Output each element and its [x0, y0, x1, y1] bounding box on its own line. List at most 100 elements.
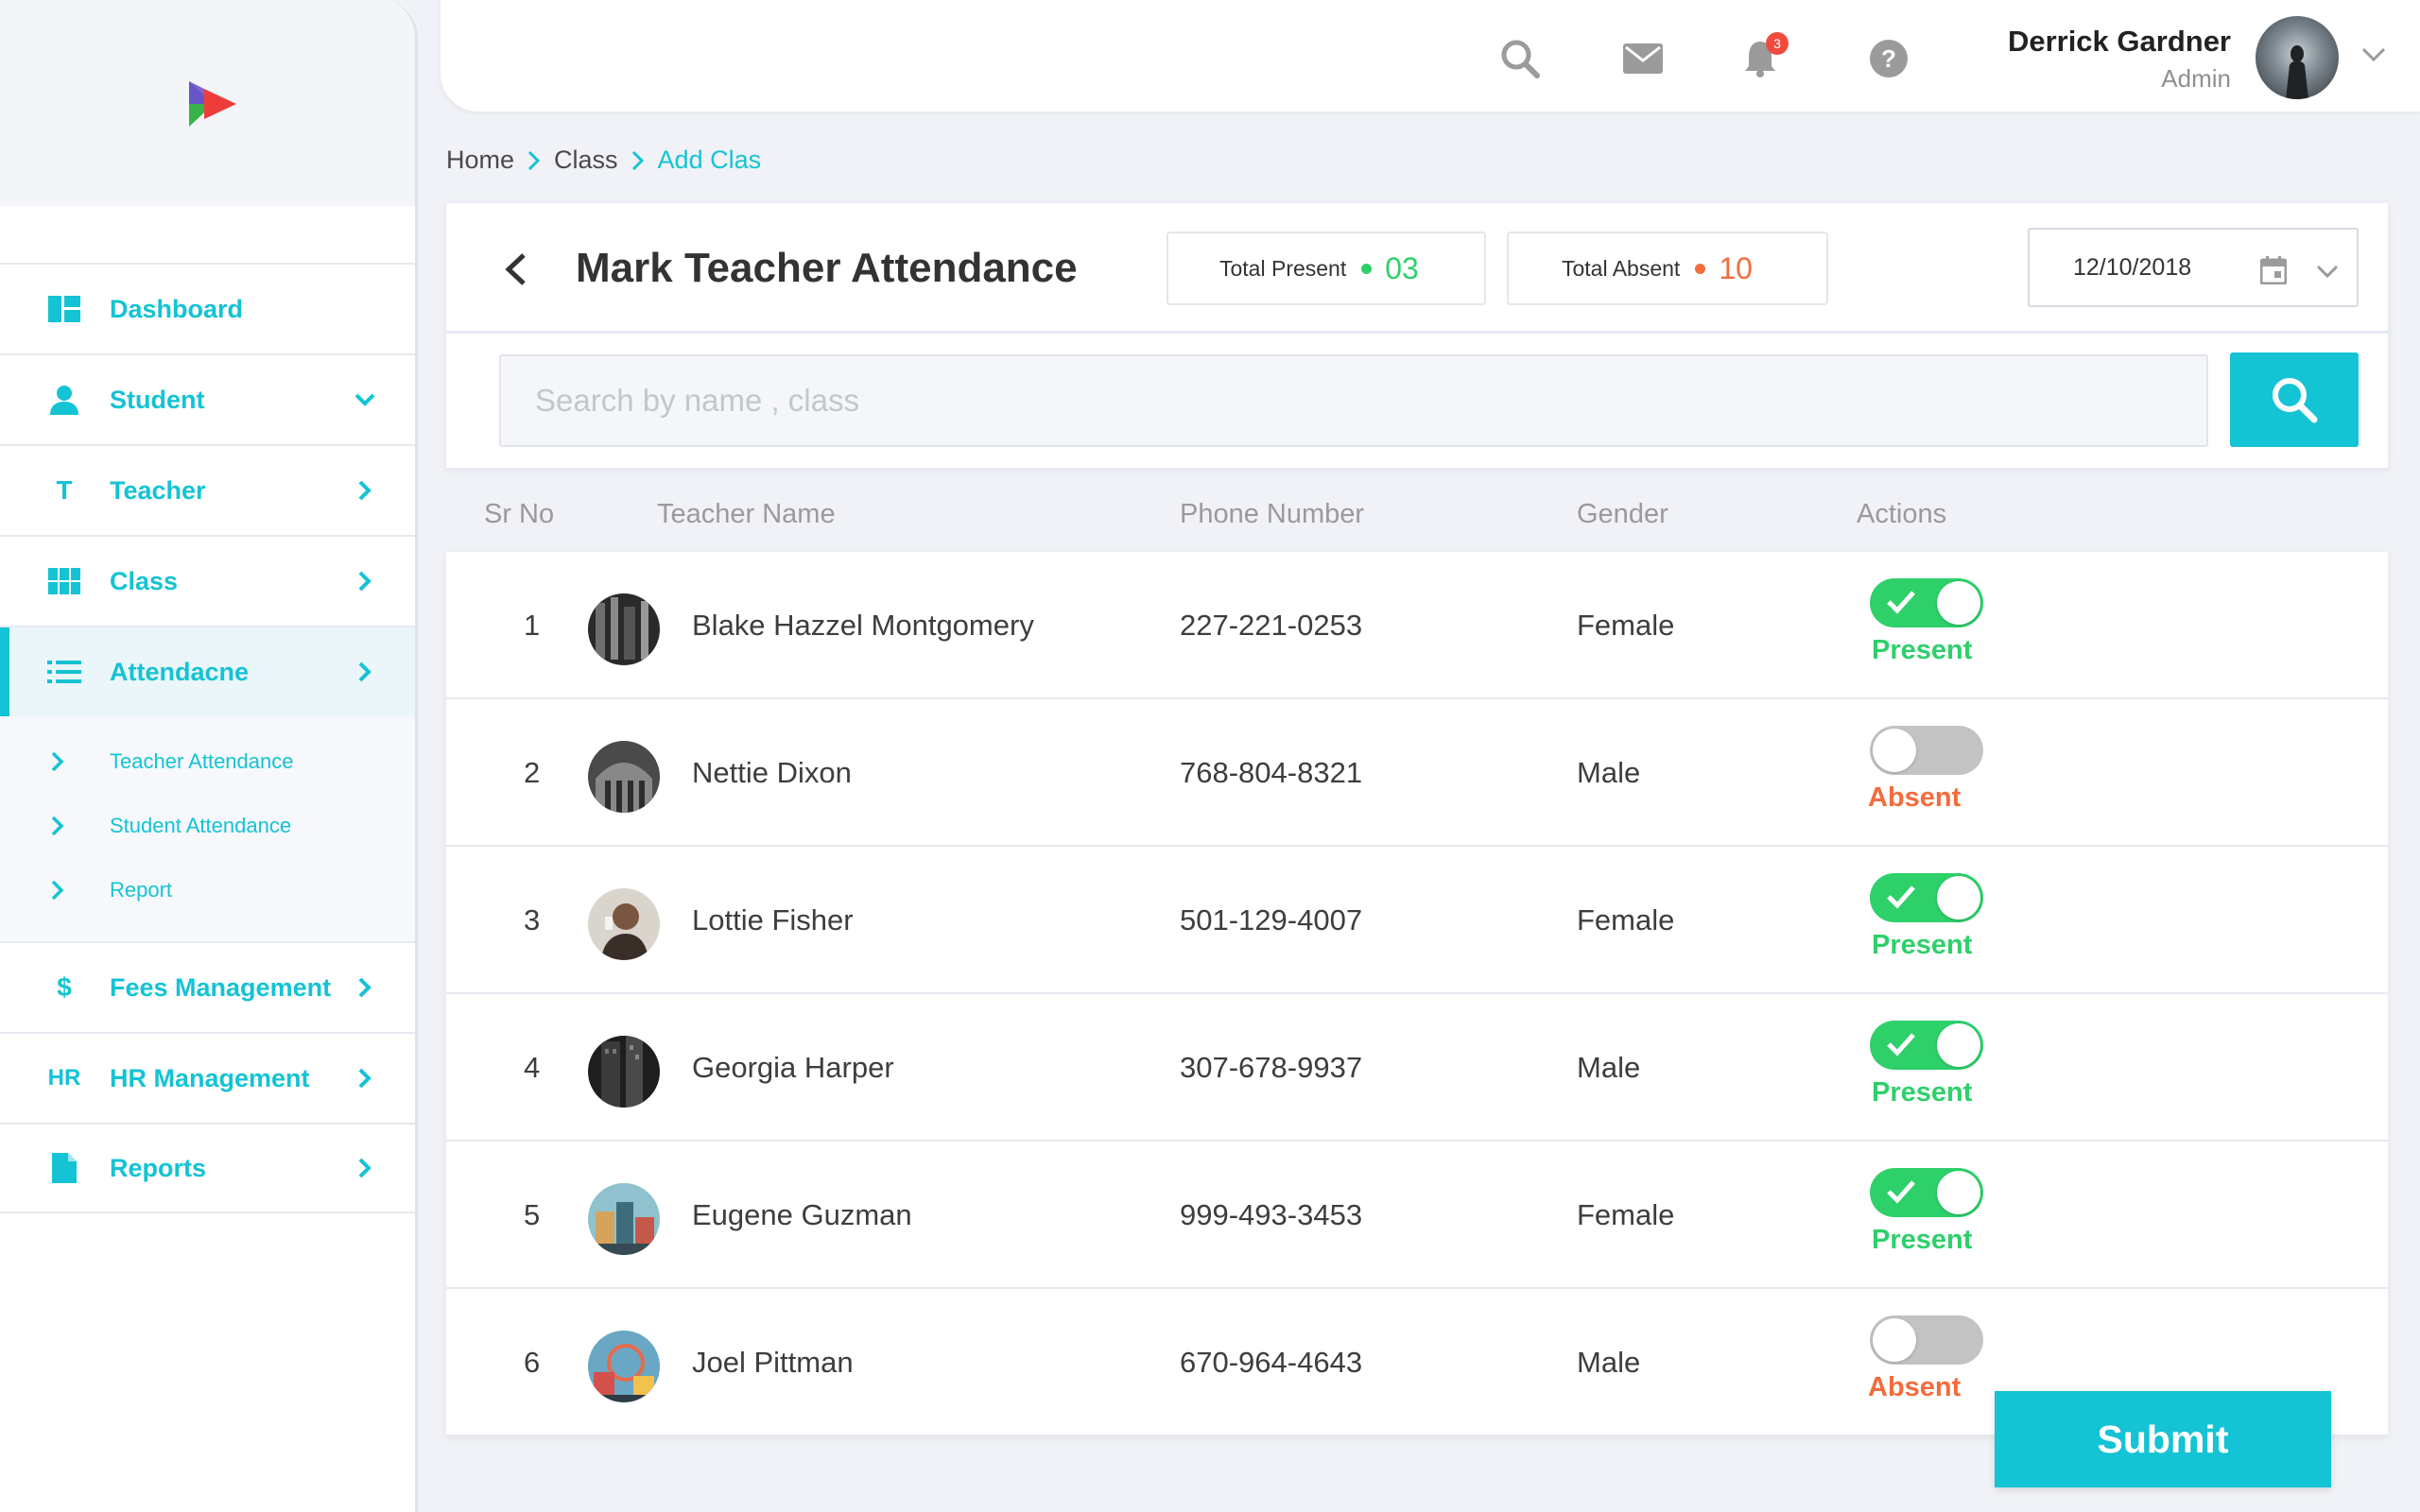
sidebar-subitem-report[interactable]: Report: [0, 858, 415, 922]
column-header-actions: Actions: [1857, 499, 1947, 529]
sidebar-subitem-teacher-attendance[interactable]: Teacher Attendance: [0, 730, 415, 794]
sidebar-item-dashboard[interactable]: Dashboard: [0, 263, 415, 353]
row-phone: 227-221-0253: [1180, 609, 1363, 642]
hr-icon: HR: [47, 1065, 81, 1091]
check-icon: [1887, 1180, 1915, 1204]
date-picker[interactable]: 12/10/2018: [2028, 228, 2359, 307]
top-bar: 3 ? Derrick Gardner Admin: [441, 0, 2420, 112]
sidebar-item-label: Attendacne: [110, 657, 250, 686]
sidebar-item-student[interactable]: Student: [0, 353, 415, 444]
attendance-subnav: Teacher Attendance Student Attendance Re…: [0, 716, 415, 941]
back-arrow-icon[interactable]: [501, 252, 529, 286]
user-role: Admin: [2161, 64, 2231, 93]
breadcrumb-class[interactable]: Class: [554, 146, 618, 175]
table-header: Sr No Teacher Name Phone Number Gender A…: [446, 491, 2388, 550]
sidebar-item-class[interactable]: Class: [0, 535, 415, 626]
row-sr-no: 4: [524, 1051, 541, 1084]
bell-icon[interactable]: 3: [1739, 32, 1789, 79]
sidebar-subitem-label: Report: [110, 878, 173, 902]
app-logo[interactable]: [185, 79, 238, 129]
toggle-knob: [1937, 876, 1980, 919]
mail-icon[interactable]: [1622, 38, 1664, 79]
sidebar-item-reports[interactable]: Reports: [0, 1123, 415, 1213]
search-icon: [2273, 378, 2318, 423]
attendance-toggle[interactable]: [1870, 1021, 1983, 1070]
date-value: 12/10/2018: [2073, 253, 2192, 281]
logo-area: [0, 0, 415, 206]
breadcrumb-home[interactable]: Home: [446, 146, 514, 175]
row-phone: 501-129-4007: [1180, 903, 1363, 936]
attendance-toggle[interactable]: [1870, 726, 1983, 775]
sidebar-item-fees-management[interactable]: $ Fees Management: [0, 941, 415, 1032]
table-row: 2 Nettie Dixon 768-804-8321 Male Absent: [446, 699, 2388, 847]
chevron-right-icon: [353, 660, 377, 684]
search-input[interactable]: [499, 354, 2208, 447]
row-gender: Male: [1577, 1051, 1641, 1084]
table-row: 1 Blake Hazzel Montgomery 227-221-0253 F…: [446, 552, 2388, 699]
search-icon[interactable]: [1499, 38, 1541, 79]
column-header-sr-no: Sr No: [484, 499, 555, 529]
page-title: Mark Teacher Attendance: [576, 245, 1078, 291]
avatar: [588, 1331, 660, 1402]
sidebar-item-hr-management[interactable]: HR HR Management: [0, 1032, 415, 1123]
row-teacher-name: Georgia Harper: [692, 1051, 894, 1084]
submit-button[interactable]: Submit: [1995, 1391, 2331, 1487]
sidebar-item-label: Teacher: [110, 475, 206, 505]
attendance-toggle[interactable]: [1870, 578, 1983, 627]
attendance-toggle[interactable]: [1870, 1168, 1983, 1217]
row-sr-no: 6: [524, 1346, 541, 1379]
status-present-label: Present: [1872, 635, 1973, 665]
chevron-down-icon: [353, 387, 377, 412]
avatar: [588, 593, 660, 665]
row-phone: 999-493-3453: [1180, 1198, 1363, 1231]
sidebar-item-teacher[interactable]: T Teacher: [0, 444, 415, 535]
breadcrumb-current[interactable]: Add Clas: [658, 146, 762, 175]
teacher-t-icon: T: [56, 475, 73, 505]
row-teacher-name: Joel Pittman: [692, 1346, 854, 1379]
document-icon: [47, 1151, 81, 1185]
sidebar-subitem-student-attendance[interactable]: Student Attendance: [0, 794, 415, 858]
table-row: 5 Eugene Guzman 999-493-3453 Female Pres…: [446, 1142, 2388, 1289]
sidebar-item-label: Dashboard: [110, 294, 244, 323]
dashboard-icon: [47, 292, 81, 326]
help-icon[interactable]: ?: [1868, 38, 1910, 79]
total-absent-box: Total Absent 10: [1507, 232, 1828, 305]
avatar: [588, 1036, 660, 1108]
total-absent-label: Total Absent: [1562, 255, 1681, 281]
check-icon: [1887, 591, 1915, 614]
chevron-right-icon: [51, 751, 76, 772]
chevron-right-icon: [353, 478, 377, 503]
sidebar-item-label: Fees Management: [110, 972, 332, 1002]
total-present-box: Total Present 03: [1167, 232, 1486, 305]
status-absent-label: Absent: [1868, 1372, 1962, 1402]
row-phone: 307-678-9937: [1180, 1051, 1363, 1084]
status-present-label: Present: [1872, 1225, 1973, 1255]
status-absent-label: Absent: [1868, 782, 1962, 813]
search-button[interactable]: [2230, 352, 2359, 447]
row-gender: Male: [1577, 756, 1641, 789]
chevron-right-icon: [353, 569, 377, 593]
user-name: Derrick Gardner: [2007, 25, 2231, 58]
avatar: [588, 1183, 660, 1255]
card-header: Mark Teacher Attendance Total Present 03…: [446, 203, 2388, 334]
attendance-table: 1 Blake Hazzel Montgomery 227-221-0253 F…: [446, 552, 2388, 1436]
absent-dot-icon: [1695, 263, 1706, 274]
attendance-toggle[interactable]: [1870, 1315, 1983, 1365]
sidebar-item-label: Student: [110, 385, 205, 414]
present-dot-icon: [1361, 263, 1373, 274]
attendance-toggle[interactable]: [1870, 873, 1983, 922]
calendar-icon: [2259, 256, 2288, 285]
chevron-down-icon[interactable]: [2360, 45, 2388, 68]
total-absent-value: 10: [1719, 250, 1753, 285]
sidebar-subitem-label: Student Attendance: [110, 814, 292, 837]
check-icon: [1887, 885, 1915, 909]
chevron-right-icon: [353, 1156, 377, 1180]
avatar[interactable]: [2256, 16, 2339, 99]
toggle-knob: [1937, 1023, 1980, 1067]
row-sr-no: 2: [524, 756, 541, 789]
sidebar-item-attendance[interactable]: Attendacne: [0, 626, 415, 716]
check-icon: [1887, 1033, 1915, 1057]
row-teacher-name: Nettie Dixon: [692, 756, 852, 789]
sidebar-item-label: HR Management: [110, 1063, 310, 1092]
table-row: 3 Lottie Fisher 501-129-4007 Female Pres…: [446, 847, 2388, 994]
